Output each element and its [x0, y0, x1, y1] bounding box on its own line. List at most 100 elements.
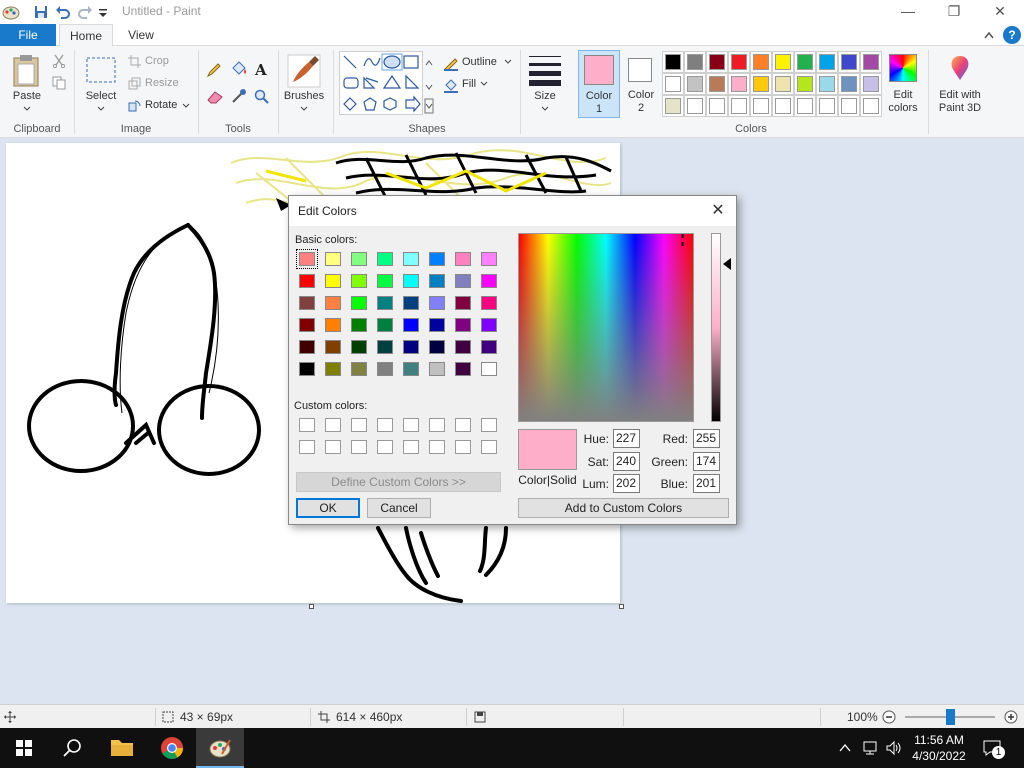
- basic-color-swatch[interactable]: [325, 274, 341, 288]
- basic-color-swatch[interactable]: [455, 362, 471, 376]
- network-icon[interactable]: [862, 740, 880, 756]
- custom-color-swatch[interactable]: [377, 440, 393, 454]
- basic-color-swatch[interactable]: [481, 318, 497, 332]
- luminosity-slider[interactable]: [711, 233, 721, 422]
- basic-color-swatch[interactable]: [403, 362, 419, 376]
- palette-swatch[interactable]: [662, 95, 684, 117]
- custom-color-swatch[interactable]: [351, 440, 367, 454]
- system-clock[interactable]: 11:56 AM 4/30/2022: [900, 732, 978, 764]
- palette-swatch[interactable]: [750, 51, 772, 73]
- green-input[interactable]: 174: [693, 452, 720, 471]
- tab-view[interactable]: View: [118, 24, 164, 47]
- palette-swatch[interactable]: [838, 51, 860, 73]
- basic-color-swatch[interactable]: [377, 340, 393, 354]
- basic-color-swatch[interactable]: [325, 362, 341, 376]
- palette-swatch[interactable]: [684, 51, 706, 73]
- windows-start-icon[interactable]: [0, 728, 48, 768]
- action-center-button[interactable]: 1: [983, 738, 1007, 760]
- palette-swatch[interactable]: [772, 51, 794, 73]
- basic-color-swatch[interactable]: [299, 362, 315, 376]
- basic-color-swatch[interactable]: [481, 340, 497, 354]
- cancel-button[interactable]: Cancel: [367, 498, 431, 518]
- basic-color-swatch[interactable]: [403, 340, 419, 354]
- close-button[interactable]: ✕: [977, 0, 1023, 24]
- basic-color-swatch[interactable]: [299, 318, 315, 332]
- basic-color-swatch[interactable]: [351, 252, 367, 266]
- crop-icon[interactable]: [128, 55, 141, 68]
- save-icon[interactable]: [33, 4, 49, 20]
- red-input[interactable]: 255: [693, 429, 720, 448]
- sat-input[interactable]: 240: [613, 452, 640, 471]
- eraser-icon[interactable]: [206, 90, 224, 104]
- basic-color-swatch[interactable]: [377, 252, 393, 266]
- minimize-button[interactable]: —: [885, 0, 931, 24]
- crop-button[interactable]: Crop: [145, 55, 169, 67]
- basic-color-swatch[interactable]: [325, 340, 341, 354]
- palette-swatch[interactable]: [816, 95, 838, 117]
- basic-color-swatch[interactable]: [429, 296, 445, 310]
- palette-swatch[interactable]: [728, 73, 750, 95]
- custom-color-swatch[interactable]: [481, 440, 497, 454]
- color-spectrum[interactable]: [518, 233, 694, 422]
- palette-swatch[interactable]: [750, 95, 772, 117]
- basic-color-swatch[interactable]: [299, 296, 315, 310]
- basic-color-swatch[interactable]: [377, 362, 393, 376]
- brushes-button[interactable]: Brushes: [281, 90, 327, 102]
- brushes-icon[interactable]: [287, 54, 321, 88]
- custom-color-swatch[interactable]: [325, 418, 341, 432]
- size-icon[interactable]: [528, 54, 562, 86]
- basic-color-swatch[interactable]: [481, 296, 497, 310]
- fill-bucket-icon[interactable]: [230, 60, 248, 78]
- basic-color-swatch[interactable]: [455, 340, 471, 354]
- resize-icon[interactable]: [128, 77, 141, 90]
- custom-color-swatch[interactable]: [351, 418, 367, 432]
- file-menu[interactable]: File: [0, 24, 56, 46]
- basic-color-swatch[interactable]: [403, 318, 419, 332]
- shapes-gallery-icons[interactable]: [340, 52, 424, 116]
- shapes-scroll-icon[interactable]: [424, 51, 434, 115]
- color-picker-icon[interactable]: [231, 88, 247, 104]
- custom-color-swatch[interactable]: [299, 418, 315, 432]
- basic-color-swatch[interactable]: [403, 274, 419, 288]
- define-custom-colors-button[interactable]: Define Custom Colors >>: [296, 472, 501, 492]
- basic-color-swatch[interactable]: [351, 296, 367, 310]
- basic-color-swatch[interactable]: [325, 296, 341, 310]
- fill-icon[interactable]: [443, 77, 459, 93]
- shapes-gallery[interactable]: [339, 51, 423, 115]
- palette-swatch[interactable]: [684, 95, 706, 117]
- basic-color-swatch[interactable]: [351, 362, 367, 376]
- zoom-in-icon[interactable]: [1004, 710, 1018, 724]
- palette-swatch[interactable]: [728, 51, 750, 73]
- pencil-icon[interactable]: [206, 62, 222, 78]
- basic-color-swatch[interactable]: [351, 274, 367, 288]
- zoom-out-icon[interactable]: [882, 710, 896, 724]
- add-to-custom-colors-button[interactable]: Add to Custom Colors: [518, 498, 729, 518]
- fill-button[interactable]: Fill: [462, 78, 476, 90]
- file-explorer-icon[interactable]: [98, 728, 146, 768]
- palette-swatch[interactable]: [706, 95, 728, 117]
- ok-button[interactable]: OK: [296, 498, 360, 518]
- color2-button[interactable]: Color 2: [622, 50, 660, 118]
- custom-color-swatch[interactable]: [481, 418, 497, 432]
- custom-color-swatch[interactable]: [299, 440, 315, 454]
- magnifier-icon[interactable]: [254, 89, 270, 105]
- basic-color-swatch[interactable]: [481, 274, 497, 288]
- resize-button[interactable]: Resize: [145, 77, 179, 89]
- basic-color-swatch[interactable]: [299, 274, 315, 288]
- basic-color-swatch[interactable]: [455, 274, 471, 288]
- palette-swatch[interactable]: [838, 73, 860, 95]
- custom-color-swatch[interactable]: [429, 440, 445, 454]
- basic-color-swatch[interactable]: [455, 252, 471, 266]
- basic-color-swatch[interactable]: [325, 252, 341, 266]
- palette-swatch[interactable]: [750, 73, 772, 95]
- text-icon[interactable]: A: [254, 61, 270, 77]
- basic-color-swatch[interactable]: [325, 318, 341, 332]
- basic-color-swatch[interactable]: [455, 296, 471, 310]
- select-icon[interactable]: [85, 56, 117, 84]
- size-button[interactable]: Size: [528, 90, 562, 102]
- luminosity-arrow-icon[interactable]: [722, 258, 731, 270]
- basic-color-swatch[interactable]: [377, 296, 393, 310]
- undo-icon[interactable]: [55, 4, 71, 20]
- basic-color-swatch[interactable]: [455, 318, 471, 332]
- palette-swatch[interactable]: [684, 73, 706, 95]
